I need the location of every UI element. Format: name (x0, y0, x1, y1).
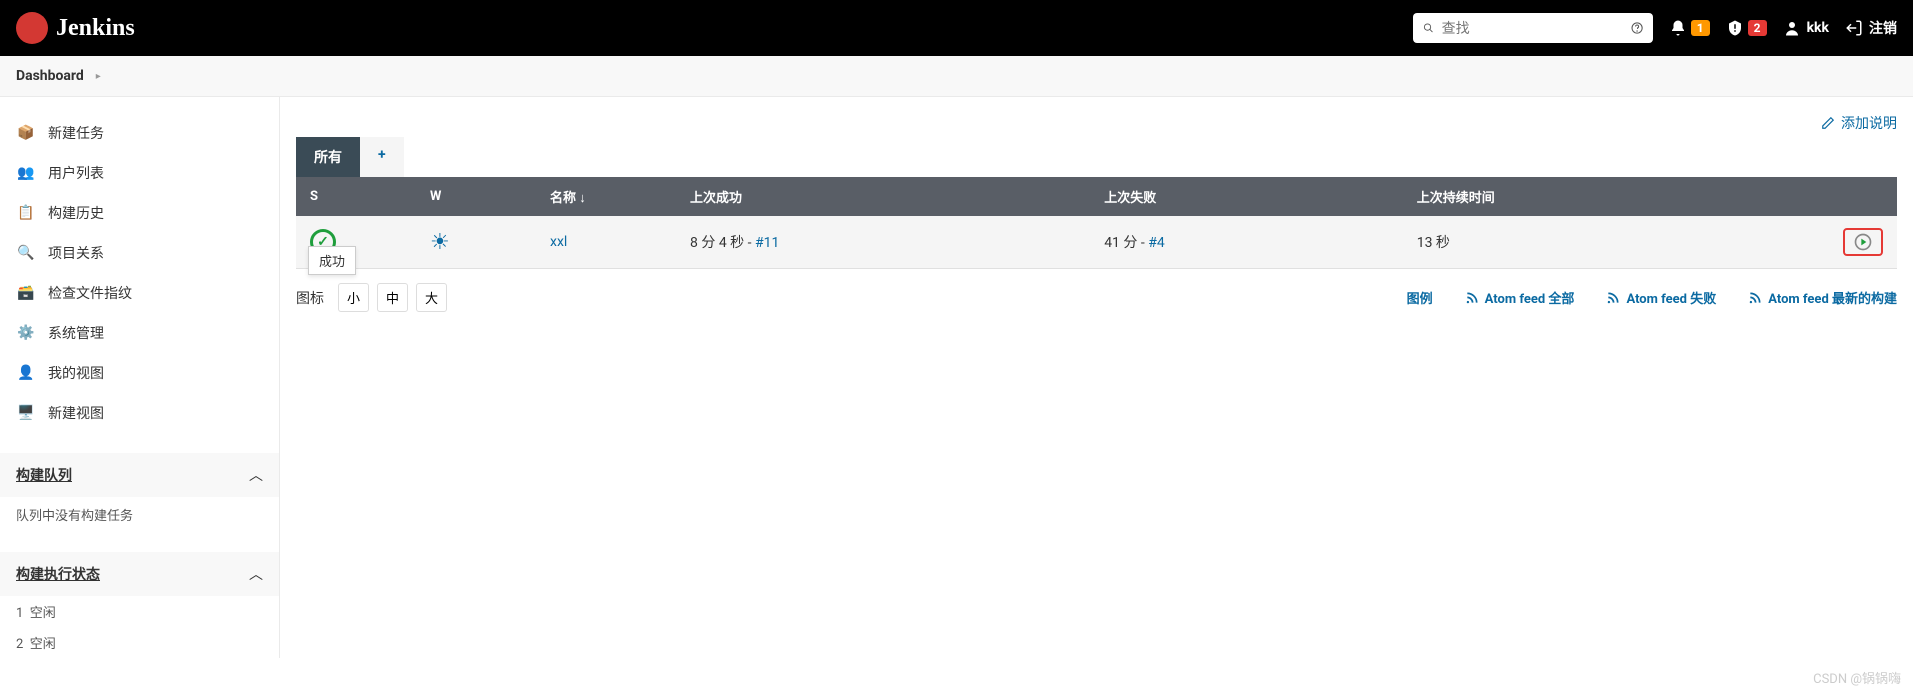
brand-name: Jenkins (56, 15, 135, 42)
tab-add-view[interactable]: + (360, 137, 404, 177)
executors-header[interactable]: 构建执行状态 ︿ (0, 552, 279, 596)
help-icon[interactable] (1631, 19, 1643, 37)
notifications-button[interactable]: 1 (1669, 19, 1710, 37)
sidebar-item-label: 新建任务 (48, 123, 104, 143)
search-box[interactable] (1413, 13, 1653, 43)
notif-badge: 1 (1691, 20, 1710, 36)
sidebar-item-label: 检查文件指纹 (48, 283, 132, 303)
rss-icon (1465, 291, 1479, 305)
add-description-label: 添加说明 (1841, 113, 1897, 133)
search-input[interactable] (1442, 20, 1623, 36)
header-icons: 1 2 kkk 注销 (1669, 18, 1897, 38)
build-queue-header[interactable]: 构建队列 ︿ (0, 453, 279, 497)
jobs-table: S W 名称 ↓ 上次成功 上次失败 上次持续时间 ✓ 成功 ☀ xxl (296, 177, 1897, 269)
sidebar-item-new-job[interactable]: 📦 新建任务 (0, 113, 279, 153)
feed-all-link[interactable]: Atom feed 全部 (1465, 288, 1575, 307)
executor-row: 1 空闲 (0, 596, 279, 627)
user-link[interactable]: kkk (1783, 19, 1829, 37)
sidebar-item-fingerprint[interactable]: 🗃️ 检查文件指纹 (0, 273, 279, 313)
weather-sunny-icon: ☀ (430, 230, 450, 255)
sidebar-item-label: 用户列表 (48, 163, 104, 183)
sidebar-item-new-view[interactable]: 🖥️ 新建视图 (0, 393, 279, 433)
duration-cell: 13 秒 (1403, 216, 1777, 269)
build-queue-empty: 队列中没有构建任务 (0, 497, 279, 532)
sidebar: 📦新建任务 👥用户列表 📋构建历史 🔍项目关系 🗃️检查文件指纹 ⚙️系统管理 … (0, 97, 280, 658)
edit-icon (1821, 116, 1835, 130)
gear-icon: ⚙️ (16, 323, 36, 343)
col-last-success[interactable]: 上次成功 (676, 177, 1090, 216)
feed-latest-link[interactable]: Atom feed 最新的构建 (1748, 288, 1897, 307)
rss-icon (1606, 291, 1620, 305)
add-description-button[interactable]: 添加说明 (1821, 113, 1897, 133)
col-last-failure[interactable]: 上次失败 (1090, 177, 1403, 216)
search-icon (1423, 20, 1434, 36)
icon-size-medium[interactable]: 中 (377, 283, 408, 312)
job-name-link[interactable]: xxl (550, 234, 567, 250)
views-icon: 👤 (16, 363, 36, 383)
last-failure-cell: 41 分 - #4 (1090, 216, 1403, 269)
legend-link[interactable]: 图例 (1407, 288, 1433, 307)
people-icon: 👥 (16, 163, 36, 183)
logout-label: 注销 (1869, 18, 1897, 38)
clock-play-icon (1853, 232, 1873, 252)
logout-button[interactable]: 注销 (1845, 18, 1897, 38)
alerts-button[interactable]: 2 (1726, 19, 1767, 37)
history-icon: 📋 (16, 203, 36, 223)
status-tooltip: 成功 (308, 246, 356, 275)
logo[interactable]: Jenkins (16, 12, 135, 44)
col-weather[interactable]: W (416, 177, 536, 216)
user-icon (1783, 19, 1801, 37)
rss-icon (1748, 291, 1762, 305)
breadcrumb-dashboard[interactable]: Dashboard (16, 68, 84, 84)
sidebar-item-label: 我的视图 (48, 363, 104, 383)
icon-size-label: 图标 (296, 288, 324, 308)
sidebar-item-label: 构建历史 (48, 203, 104, 223)
feed-fail-link[interactable]: Atom feed 失败 (1606, 288, 1716, 307)
search-icon: 🔍 (16, 243, 36, 263)
view-tabs: 所有 + (296, 137, 1897, 177)
col-name[interactable]: 名称 ↓ (536, 177, 676, 216)
sidebar-item-people[interactable]: 👥 用户列表 (0, 153, 279, 193)
tab-all[interactable]: 所有 (296, 137, 360, 177)
last-failure-build-link[interactable]: #4 (1148, 235, 1165, 251)
new-view-icon: 🖥️ (16, 403, 36, 423)
main-content: 添加说明 所有 + S W 名称 ↓ 上次成功 上次失败 上次持续时间 (280, 97, 1913, 658)
sidebar-item-label: 新建视图 (48, 403, 104, 423)
chevron-up-icon[interactable]: ︿ (249, 564, 263, 584)
last-success-build-link[interactable]: #11 (755, 235, 779, 251)
chevron-up-icon[interactable]: ︿ (249, 465, 263, 485)
sidebar-item-build-history[interactable]: 📋 构建历史 (0, 193, 279, 233)
sidebar-item-manage[interactable]: ⚙️ 系统管理 (0, 313, 279, 353)
sidebar-item-project-relationship[interactable]: 🔍 项目关系 (0, 233, 279, 273)
fingerprint-icon: 🗃️ (16, 283, 36, 303)
last-success-cell: 8 分 4 秒 - #11 (676, 216, 1090, 269)
top-header: Jenkins 1 2 kkk 注销 (0, 0, 1913, 56)
sidebar-item-label: 项目关系 (48, 243, 104, 263)
jenkins-logo-icon (16, 12, 48, 44)
executors-title: 构建执行状态 (16, 564, 100, 584)
icon-size-small[interactable]: 小 (338, 283, 369, 312)
build-queue-title: 构建队列 (16, 465, 72, 485)
username-label: kkk (1807, 20, 1829, 36)
executor-row: 2 空闲 (0, 627, 279, 658)
col-status[interactable]: S (296, 177, 416, 216)
table-footer: 图标 小 中 大 图例 Atom feed 全部 Atom feed 失败 At… (296, 269, 1897, 326)
table-row: ✓ 成功 ☀ xxl 8 分 4 秒 - #11 41 分 - #4 13 秒 (296, 216, 1897, 269)
logout-icon (1845, 19, 1863, 37)
sidebar-item-label: 系统管理 (48, 323, 104, 343)
watermark: CSDN @锅锅嗨 (1813, 668, 1901, 687)
chevron-right-icon: ▸ (96, 71, 101, 82)
icon-size-large[interactable]: 大 (416, 283, 447, 312)
col-last-duration[interactable]: 上次持续时间 (1403, 177, 1777, 216)
bell-icon (1669, 19, 1687, 37)
alert-badge: 2 (1748, 20, 1767, 36)
schedule-build-button[interactable] (1843, 228, 1883, 256)
breadcrumb: Dashboard ▸ (0, 56, 1913, 97)
new-job-icon: 📦 (16, 123, 36, 143)
sidebar-item-my-views[interactable]: 👤 我的视图 (0, 353, 279, 393)
shield-alert-icon (1726, 19, 1744, 37)
